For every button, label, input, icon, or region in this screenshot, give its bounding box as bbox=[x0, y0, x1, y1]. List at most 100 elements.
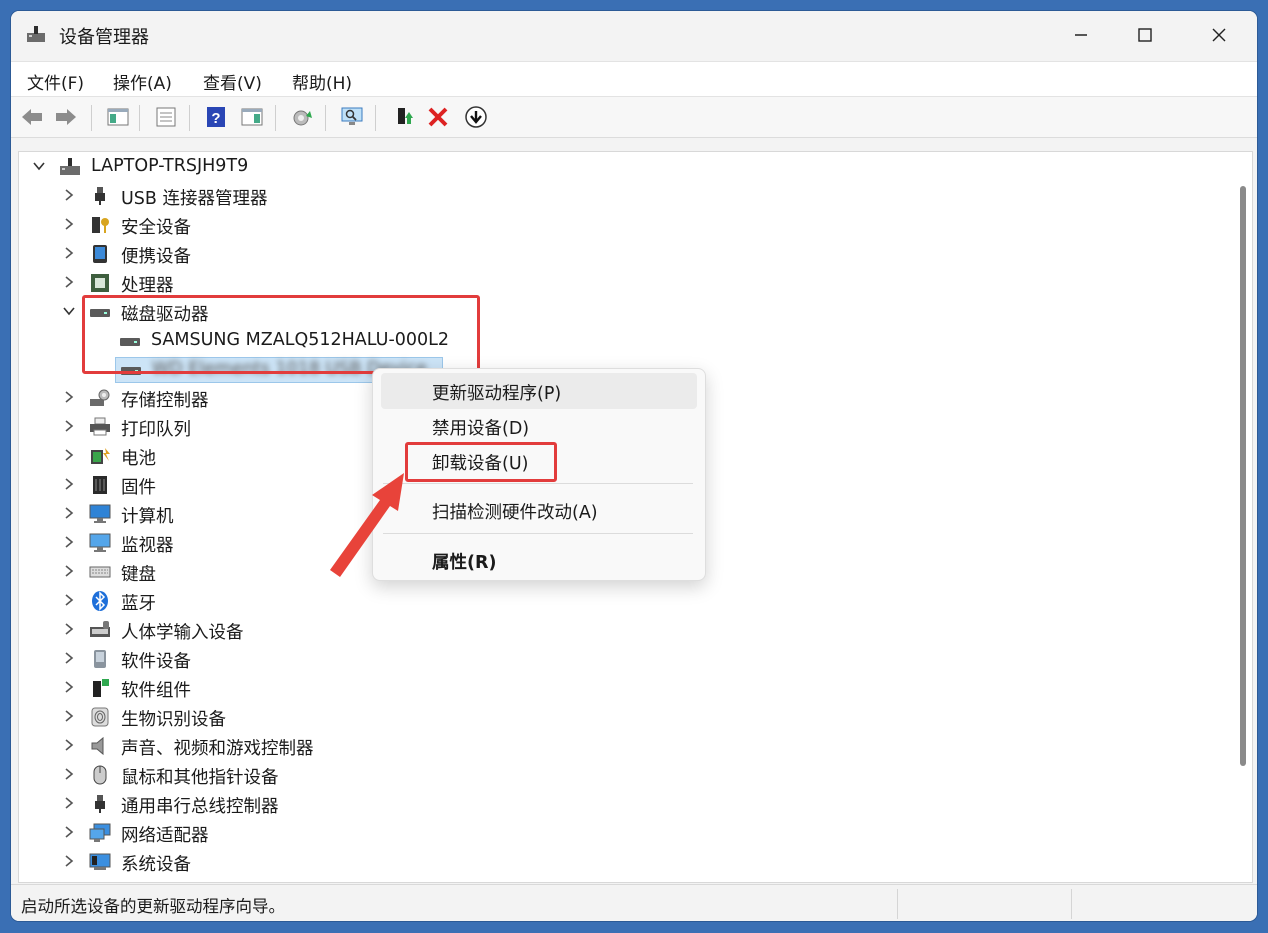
computer-monitor-icon bbox=[89, 504, 111, 523]
context-scan-hardware[interactable]: 扫描检测硬件改动(A) bbox=[381, 492, 697, 528]
update-driver-button[interactable] bbox=[289, 104, 315, 130]
context-item-label: 更新驱动程序(P) bbox=[432, 384, 562, 404]
view-icon bbox=[241, 108, 263, 126]
chevron-right-icon[interactable] bbox=[61, 795, 77, 811]
chevron-right-icon[interactable] bbox=[61, 650, 77, 666]
context-item-label: 禁用设备(D) bbox=[432, 419, 530, 439]
tree-item-label: 电池 bbox=[121, 449, 156, 469]
tree-item-mice[interactable]: 鼠标和其他指针设备 bbox=[19, 762, 1209, 788]
bluetooth-icon bbox=[92, 591, 108, 611]
tree-item-label: 固件 bbox=[121, 478, 156, 498]
chevron-right-icon[interactable] bbox=[61, 679, 77, 695]
chevron-right-icon[interactable] bbox=[61, 274, 77, 290]
chevron-right-icon[interactable] bbox=[61, 389, 77, 405]
tree-item-hid[interactable]: 人体学输入设备 bbox=[19, 617, 1209, 643]
chevron-right-icon[interactable] bbox=[61, 708, 77, 724]
properties-button[interactable] bbox=[153, 104, 179, 130]
usb-plug-icon bbox=[95, 187, 105, 205]
mouse-icon bbox=[93, 765, 107, 785]
tree-item-software-components[interactable]: 软件组件 bbox=[19, 675, 1209, 701]
chevron-right-icon[interactable] bbox=[61, 418, 77, 434]
maximize-icon bbox=[1138, 28, 1152, 42]
download-button[interactable] bbox=[463, 104, 489, 130]
tree-item-sound-video-game[interactable]: 声音、视频和游戏控制器 bbox=[19, 733, 1209, 759]
security-key-icon bbox=[92, 217, 109, 233]
minimize-icon bbox=[1075, 34, 1087, 36]
computer-root-icon bbox=[60, 158, 80, 175]
context-update-driver[interactable]: 更新驱动程序(P) bbox=[381, 373, 697, 409]
menu-view[interactable]: 查看(V) bbox=[199, 67, 266, 96]
help-button[interactable]: ? bbox=[203, 104, 229, 130]
help-icon: ? bbox=[207, 107, 225, 127]
chevron-right-icon[interactable] bbox=[61, 853, 77, 869]
tree-item-system-devices[interactable]: 系统设备 bbox=[19, 849, 1209, 875]
tree-item-bluetooth[interactable]: 蓝牙 bbox=[19, 588, 1209, 614]
download-arrow-icon bbox=[465, 106, 487, 128]
annotation-arrow bbox=[330, 473, 404, 577]
show-hide-tree-icon bbox=[107, 108, 129, 126]
back-arrow-icon bbox=[22, 109, 42, 125]
tree-item-security-devices[interactable]: 安全设备 bbox=[19, 212, 1209, 238]
window-title: 设备管理器 bbox=[59, 27, 149, 48]
portable-device-icon bbox=[93, 245, 107, 263]
chevron-down-icon[interactable] bbox=[61, 303, 77, 319]
tree-item-label: 存储控制器 bbox=[121, 391, 209, 411]
chevron-right-icon[interactable] bbox=[61, 447, 77, 463]
chevron-right-icon[interactable] bbox=[61, 187, 77, 203]
uninstall-x-icon bbox=[428, 107, 448, 127]
tree-item-network-adapters[interactable]: 网络适配器 bbox=[19, 820, 1209, 846]
tree-item-label: 通用串行总线控制器 bbox=[121, 797, 279, 817]
menu-file[interactable]: 文件(F) bbox=[23, 67, 88, 96]
status-text: 启动所选设备的更新驱动程序向导。 bbox=[21, 897, 285, 916]
chevron-right-icon[interactable] bbox=[61, 824, 77, 840]
scan-hardware-button[interactable] bbox=[339, 104, 365, 130]
chevron-right-icon[interactable] bbox=[61, 766, 77, 782]
hid-device-icon bbox=[90, 621, 110, 637]
fingerprint-icon bbox=[91, 707, 109, 727]
highlight-box-uninstall bbox=[405, 442, 557, 482]
context-properties[interactable]: 属性(R) bbox=[381, 542, 697, 578]
tree-item-usb-controllers[interactable]: 通用串行总线控制器 bbox=[19, 791, 1209, 817]
close-button[interactable] bbox=[1193, 17, 1245, 53]
tree-item-usb-connector[interactable]: USB 连接器管理器 bbox=[19, 183, 1209, 209]
tree-item-label: 处理器 bbox=[121, 276, 174, 296]
show-hide-tree-button[interactable] bbox=[105, 104, 131, 130]
tree-item-label: 软件组件 bbox=[121, 681, 191, 701]
minimize-button[interactable] bbox=[1055, 17, 1107, 53]
vertical-scrollbar[interactable] bbox=[1240, 186, 1246, 766]
chevron-right-icon[interactable] bbox=[61, 476, 77, 492]
maximize-button[interactable] bbox=[1119, 17, 1171, 53]
chevron-right-icon[interactable] bbox=[61, 621, 77, 637]
view-button[interactable] bbox=[239, 104, 265, 130]
tree-root[interactable]: LAPTOP-TRSJH9T9 bbox=[19, 154, 1209, 180]
tree-item-portable-devices[interactable]: 便携设备 bbox=[19, 241, 1209, 267]
chevron-right-icon[interactable] bbox=[61, 592, 77, 608]
tree-item-label: 便携设备 bbox=[121, 247, 191, 267]
usb-controller-icon bbox=[95, 795, 105, 813]
back-button[interactable] bbox=[19, 104, 45, 130]
forward-arrow-icon bbox=[56, 109, 76, 125]
chevron-right-icon[interactable] bbox=[61, 737, 77, 753]
chevron-down-icon[interactable] bbox=[31, 158, 47, 174]
tree-item-label: 键盘 bbox=[121, 565, 156, 585]
monitor-icon bbox=[89, 533, 111, 552]
tree-item-software-devices[interactable]: 软件设备 bbox=[19, 646, 1209, 672]
chevron-right-icon[interactable] bbox=[61, 563, 77, 579]
context-disable-device[interactable]: 禁用设备(D) bbox=[381, 408, 697, 444]
chevron-right-icon[interactable] bbox=[61, 505, 77, 521]
enable-device-button[interactable] bbox=[391, 104, 417, 130]
tree-item-biometric[interactable]: 生物识别设备 bbox=[19, 704, 1209, 730]
chevron-right-icon[interactable] bbox=[61, 534, 77, 550]
uninstall-button[interactable] bbox=[425, 104, 451, 130]
menu-help[interactable]: 帮助(H) bbox=[288, 67, 356, 96]
tree-item-processors[interactable]: 处理器 bbox=[19, 270, 1209, 296]
tree-item-label: 生物识别设备 bbox=[121, 710, 226, 730]
chevron-right-icon[interactable] bbox=[61, 216, 77, 232]
chevron-right-icon[interactable] bbox=[61, 245, 77, 261]
title-bar[interactable]: 设备管理器 bbox=[11, 11, 1257, 59]
printer-icon bbox=[90, 417, 110, 436]
forward-button[interactable] bbox=[53, 104, 79, 130]
menu-action[interactable]: 操作(A) bbox=[109, 67, 176, 96]
software-device-icon bbox=[94, 650, 106, 668]
highlight-box-disk-drives bbox=[82, 295, 480, 374]
